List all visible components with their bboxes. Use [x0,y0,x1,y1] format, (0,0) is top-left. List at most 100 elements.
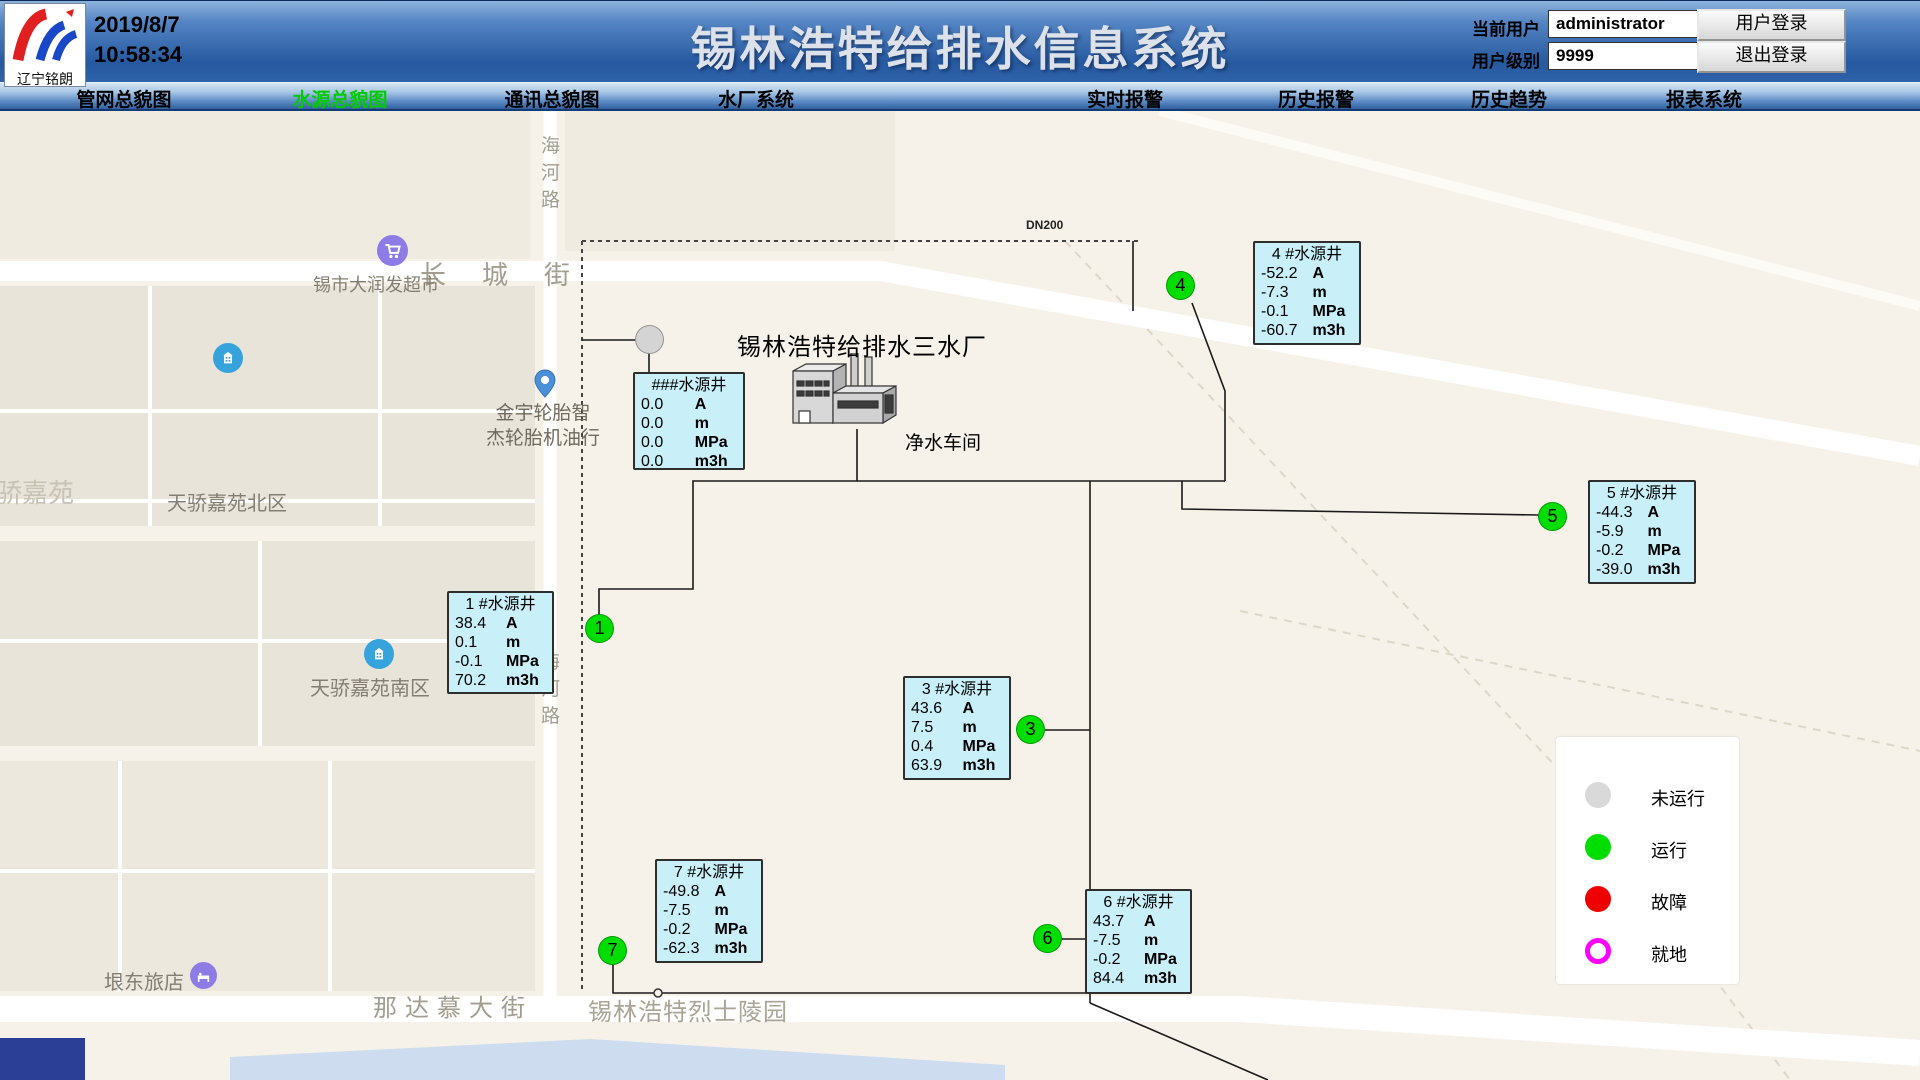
poi-cemetery-label: 锡林浩特烈士陵园 [588,992,788,1027]
well-marker-5[interactable]: 5 [1538,502,1567,531]
well-level: -7.5 [1093,931,1144,950]
poi-tianjiao-south-label: 天骄嘉苑南区 [310,672,430,701]
well-pressure: -0.1 [455,652,506,671]
well-box-5[interactable]: 5 #水源井 -44.3A -5.9m -0.2MPa -39.0m3h [1588,480,1696,584]
well-marker-4[interactable]: 4 [1166,271,1195,300]
unit-amp: A [1648,503,1660,522]
well-marker-7[interactable]: 7 [598,936,627,965]
well-current: 43.6 [911,699,963,718]
street-changcheng: 长城街 [420,255,606,292]
well-flow: -62.3 [663,939,715,958]
well-box-6[interactable]: 6 #水源井 43.7A -7.5m -0.2MPa 84.4m3h [1085,889,1192,994]
street-haihe-top: 海河路 [541,133,563,214]
unit-m3h: m3h [506,671,539,690]
workshop-label: 净水车间 [905,428,981,455]
unit-amp: A [715,882,727,901]
well-box-1[interactable]: 1 #水源井 38.4A 0.1m -0.1MPa 70.2m3h [447,591,554,694]
building-icon-north [213,343,243,373]
well-flow: 84.4 [1093,969,1144,988]
well-marker-3[interactable]: 3 [1016,715,1045,744]
well-pressure: -0.1 [1261,302,1313,321]
well-current: 0.0 [641,395,695,414]
well-pressure: 0.4 [911,737,963,756]
legend-fault-label: 故障 [1651,889,1687,915]
unit-amp: A [1313,264,1325,283]
well-flow: 0.0 [641,452,695,471]
unit-m3h: m3h [963,756,996,775]
nav-water-plant-system[interactable]: 水厂系统 [718,85,794,112]
well-marker-6[interactable]: 6 [1033,924,1062,953]
poi-jinyu-line2: 杰轮胎机油行 [478,426,608,451]
user-level-field[interactable]: 9999 [1548,42,1702,70]
well-level: 0.0 [641,414,695,433]
logo-text: 辽宁铭朗 [5,69,85,89]
poi-jinyu-line1: 金宇轮胎智 [478,401,608,426]
nav-history-alarm[interactable]: 历史报警 [1278,85,1354,112]
well-box-hash[interactable]: ###水源井 0.0A 0.0m 0.0MPa 0.0m3h [633,372,745,470]
well-title: 5 #水源井 [1590,482,1694,503]
unit-m3h: m3h [715,939,748,958]
logout-button[interactable]: 退出登录 [1697,41,1846,73]
legend-stopped-label: 未运行 [1651,785,1705,811]
nav-realtime-alarm[interactable]: 实时报警 [1087,85,1163,112]
well-pressure: -0.2 [1093,950,1144,969]
well-flow: 70.2 [455,671,506,690]
nav-water-source-overview[interactable]: 水源总貌图 [292,85,387,112]
login-button[interactable]: 用户登录 [1697,9,1846,41]
time-text: 10:58:34 [94,40,182,70]
unit-m: m [715,901,729,920]
datetime: 2019/8/7 10:58:34 [94,10,182,70]
poi-tianjiao-north-label: 天骄嘉苑北区 [167,487,287,516]
shopping-cart-icon [377,235,408,266]
date-text: 2019/8/7 [94,10,182,40]
unit-amp: A [695,395,707,414]
poi-hotel-label: 垠东旅店 [104,966,184,995]
well-level: -7.3 [1261,283,1313,302]
nav-pipe-network-overview[interactable]: 管网总貌图 [76,85,171,112]
header-bar: 2019/8/7 10:58:34 锡林浩特给排水信息系统 当前用户 admin… [0,0,1920,83]
unit-m: m [1648,522,1662,541]
company-logo: 辽宁铭朗 [4,3,86,87]
legend-running-dot [1585,834,1611,860]
well-marker-1[interactable]: 1 [585,614,614,643]
well-level: 7.5 [911,718,963,737]
unit-mpa: MPa [715,920,748,939]
unit-mpa: MPa [506,652,539,671]
unit-amp: A [963,699,975,718]
well-pressure: -0.2 [663,920,715,939]
unit-m3h: m3h [695,452,728,471]
current-user-field[interactable]: administrator [1548,10,1702,38]
well-flow: -60.7 [1261,321,1313,340]
unit-m: m [963,718,977,737]
well-level: 0.1 [455,633,506,652]
well-title: 3 #水源井 [905,678,1009,699]
page-title: 锡林浩特给排水信息系统 [691,13,1230,79]
unit-mpa: MPa [963,737,996,756]
status-legend: 未运行 运行 故障 就地 [1556,737,1739,984]
well-title: 7 #水源井 [657,861,761,882]
nav-communication-overview[interactable]: 通讯总貌图 [504,85,599,112]
unit-m: m [1313,283,1327,302]
street-nadamu: 那达慕大街 [373,988,533,1023]
well-pressure: -0.2 [1596,541,1648,560]
nav-history-trend[interactable]: 历史趋势 [1471,85,1547,112]
well-box-3[interactable]: 3 #水源井 43.6A 7.5m 0.4MPa 63.9m3h [903,676,1011,780]
well-title: 1 #水源井 [449,593,552,614]
well-title: 4 #水源井 [1255,243,1359,264]
well-box-4[interactable]: 4 #水源井 -52.2A -7.3m -0.1MPa -60.7m3h [1253,241,1361,345]
unit-amp: A [1144,912,1156,931]
unit-mpa: MPa [1144,950,1177,969]
nav-report-system[interactable]: 报表系统 [1666,85,1742,112]
poi-tianjiao-label: 天骄嘉苑 [0,473,74,510]
well-box-7[interactable]: 7 #水源井 -49.8A -7.5m -0.2MPa -62.3m3h [655,859,763,963]
legend-stopped-dot [1585,782,1611,808]
unit-m3h: m3h [1313,321,1346,340]
well-current: 43.7 [1093,912,1144,931]
unit-m: m [506,633,520,652]
well-level: -5.9 [1596,522,1648,541]
unit-m3h: m3h [1144,969,1177,988]
unit-m: m [1144,931,1158,950]
pipe-dn200-label: DN200 [1026,218,1063,232]
well-marker-stopped[interactable] [635,325,664,354]
well-level: -7.5 [663,901,715,920]
